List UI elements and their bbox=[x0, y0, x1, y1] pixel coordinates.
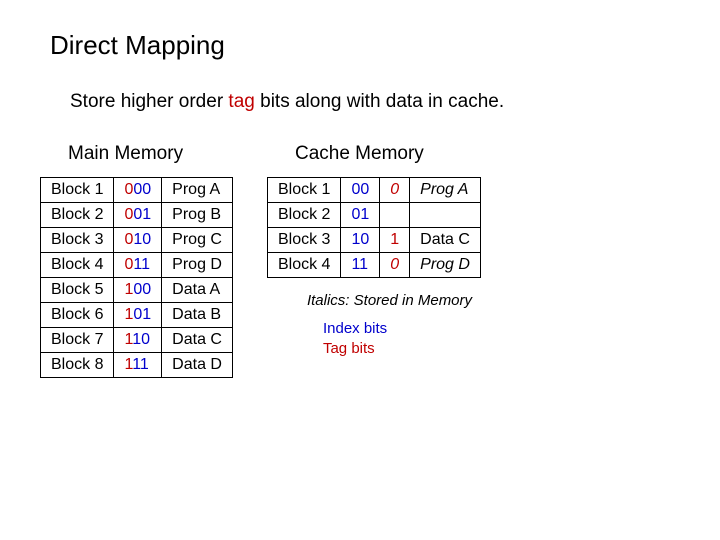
table-row: Block 3101Data C bbox=[267, 228, 480, 253]
block-cell: Block 3 bbox=[267, 228, 340, 253]
cache-memory-title: Cache Memory bbox=[295, 143, 481, 165]
block-cell: Block 3 bbox=[41, 228, 114, 253]
table-row: Block 4011Prog D bbox=[41, 253, 233, 278]
address-cell: 001 bbox=[114, 203, 162, 228]
index-cell: 10 bbox=[341, 228, 380, 253]
tag-cell: 0 bbox=[380, 253, 410, 278]
address-cell: 010 bbox=[114, 228, 162, 253]
subtitle-pre: Store higher order bbox=[70, 91, 228, 112]
table-row: Block 3010Prog C bbox=[41, 228, 233, 253]
content-cell: Prog D bbox=[162, 253, 233, 278]
legend-index: Index bits bbox=[323, 319, 481, 339]
subtitle-tag-word: tag bbox=[228, 91, 254, 112]
tag-cell: 0 bbox=[380, 178, 410, 203]
content-cell: Data A bbox=[162, 278, 233, 303]
table-row: Block 8111Data D bbox=[41, 353, 233, 378]
cache-memory-table: Block 1000Prog ABlock 201 Block 3101Data… bbox=[267, 177, 481, 278]
content-cell: Prog D bbox=[410, 253, 481, 278]
subtitle: Store higher order tag bits along with d… bbox=[70, 91, 680, 113]
table-row: Block 5100Data A bbox=[41, 278, 233, 303]
block-cell: Block 1 bbox=[41, 178, 114, 203]
block-cell: Block 4 bbox=[267, 253, 340, 278]
address-cell: 000 bbox=[114, 178, 162, 203]
content-cell: Prog A bbox=[162, 178, 233, 203]
tag-cell: 1 bbox=[380, 228, 410, 253]
page-title: Direct Mapping bbox=[50, 30, 680, 61]
index-cell: 01 bbox=[341, 203, 380, 228]
table-row: Block 7110Data C bbox=[41, 328, 233, 353]
address-cell: 100 bbox=[114, 278, 162, 303]
content-cell: Data B bbox=[162, 303, 233, 328]
tag-cell bbox=[380, 203, 410, 228]
table-row: Block 1000Prog A bbox=[41, 178, 233, 203]
content-cell: Data C bbox=[410, 228, 481, 253]
table-row: Block 6101Data B bbox=[41, 303, 233, 328]
block-cell: Block 4 bbox=[41, 253, 114, 278]
content-cell: Data C bbox=[162, 328, 233, 353]
block-cell: Block 7 bbox=[41, 328, 114, 353]
block-cell: Block 6 bbox=[41, 303, 114, 328]
content-cell: Prog B bbox=[162, 203, 233, 228]
block-cell: Block 8 bbox=[41, 353, 114, 378]
cache-memory-section: Cache Memory Block 1000Prog ABlock 201 B… bbox=[267, 143, 481, 358]
block-cell: Block 2 bbox=[267, 203, 340, 228]
block-cell: Block 1 bbox=[267, 178, 340, 203]
content-cell: Data D bbox=[162, 353, 233, 378]
italics-note: Italics: Stored in Memory bbox=[307, 292, 481, 309]
content-cell: Prog C bbox=[162, 228, 233, 253]
index-cell: 11 bbox=[341, 253, 380, 278]
table-row: Block 201 bbox=[267, 203, 480, 228]
table-row: Block 2001Prog B bbox=[41, 203, 233, 228]
address-cell: 110 bbox=[114, 328, 162, 353]
subtitle-post: bits along with data in cache. bbox=[255, 91, 504, 112]
block-cell: Block 5 bbox=[41, 278, 114, 303]
block-cell: Block 2 bbox=[41, 203, 114, 228]
legend: Index bits Tag bits bbox=[323, 319, 481, 358]
content-cell: Prog A bbox=[410, 178, 481, 203]
address-cell: 011 bbox=[114, 253, 162, 278]
table-row: Block 4110Prog D bbox=[267, 253, 480, 278]
main-memory-table: Block 1000Prog ABlock 2001Prog BBlock 30… bbox=[40, 177, 233, 378]
content-cell bbox=[410, 203, 481, 228]
index-cell: 00 bbox=[341, 178, 380, 203]
legend-tag: Tag bits bbox=[323, 339, 481, 359]
table-row: Block 1000Prog A bbox=[267, 178, 480, 203]
main-memory-title: Main Memory bbox=[68, 143, 233, 165]
address-cell: 111 bbox=[114, 353, 162, 378]
main-memory-section: Main Memory Block 1000Prog ABlock 2001Pr… bbox=[40, 143, 233, 378]
address-cell: 101 bbox=[114, 303, 162, 328]
